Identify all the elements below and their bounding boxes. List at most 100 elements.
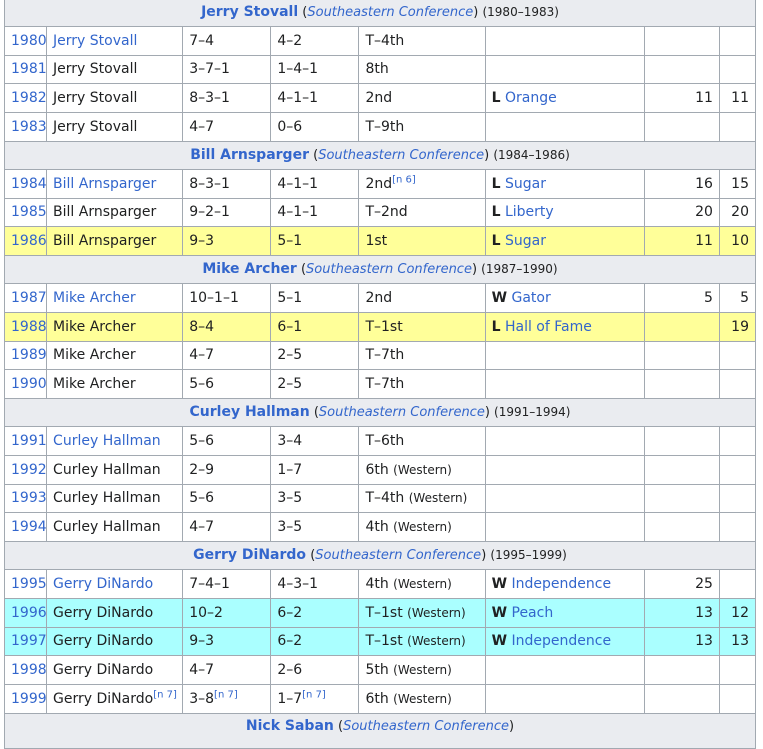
overall-record: 7–4–1: [182, 568, 272, 599]
year-cell: 1991: [3, 425, 48, 456]
era-coach-link[interactable]: Gerry DiNardo: [193, 547, 306, 563]
season-year-link[interactable]: 1994: [11, 519, 46, 535]
coach-link[interactable]: Gerry DiNardo: [53, 576, 153, 592]
coach-cell: Mike Archer: [46, 340, 184, 371]
bowl-game-link[interactable]: Orange: [505, 90, 557, 106]
era-coach-link[interactable]: Mike Archer: [202, 261, 296, 277]
overall-value: 8–3–1: [189, 175, 230, 192]
era-conference-link[interactable]: Southeastern Conference: [319, 405, 485, 420]
conference-value: 3–4: [277, 432, 303, 449]
season-year-link[interactable]: 1991: [11, 433, 46, 449]
coaches-poll-rank: [643, 684, 720, 714]
era-conference-link[interactable]: Southeastern Conference: [315, 548, 481, 563]
footnote-link[interactable]: [n 7]: [302, 689, 326, 700]
season-year-link[interactable]: 1985: [11, 204, 46, 220]
coach-link[interactable]: Jerry Stovall: [53, 33, 137, 49]
season-row: 1999 Gerry DiNardo[n 7] 3–8[n 7] 1–7[n 7] 6t…: [3, 684, 757, 714]
coach-name: Gerry DiNardo: [53, 604, 154, 621]
year-cell: 1983: [3, 112, 48, 142]
season-year-link[interactable]: 1984: [11, 176, 46, 192]
era-conference-link[interactable]: Southeastern Conference: [318, 148, 484, 163]
bowl-cell: [484, 512, 645, 543]
standing-value: 2nd: [365, 289, 393, 306]
bowl-game-link[interactable]: Hall of Fame: [505, 319, 592, 335]
season-row: 1988 Mike Archer 8–4 6–1 T–1st L Hall of Fame…: [3, 311, 757, 342]
era-header-cell: Gerry DiNardo (Southeastern Conference) …: [4, 541, 756, 570]
footnote-link[interactable]: [n 7]: [153, 689, 177, 700]
era-coach-link[interactable]: Bill Arnsparger: [190, 147, 309, 163]
footnote-link[interactable]: [n 6]: [392, 174, 416, 185]
division-label: (Western): [393, 663, 452, 678]
season-year-link[interactable]: 1995: [11, 576, 46, 592]
standing-cell: 5th (Western): [358, 655, 486, 686]
bowl-game-link[interactable]: Sugar: [505, 176, 546, 192]
season-year-link[interactable]: 1983: [11, 119, 46, 135]
overall-value: 9–3: [189, 233, 215, 250]
season-row: 1997 Gerry DiNardo 9–3 6–2 T–1st (Western) W …: [3, 626, 757, 657]
ap-poll-rank: 5: [718, 282, 757, 313]
overall-record: 9–3: [182, 226, 272, 257]
season-year-link[interactable]: 1998: [11, 662, 46, 678]
overall-record: 10–2: [182, 597, 272, 628]
coach-cell: Mike Archer: [46, 311, 184, 342]
standing-cell: 8th: [358, 54, 486, 85]
bowl-game-link[interactable]: Independence: [512, 633, 612, 649]
season-year-link[interactable]: 1997: [11, 633, 46, 649]
season-year-link[interactable]: 1993: [11, 490, 46, 506]
bowl-game-link[interactable]: Gator: [512, 290, 551, 306]
conference-value: 4–1–1: [277, 204, 319, 221]
era-years: (1980–1983): [482, 4, 559, 19]
coaches-poll-rank: [643, 454, 720, 485]
footnote-link[interactable]: [n 7]: [214, 689, 238, 700]
season-year-link[interactable]: 1999: [11, 691, 46, 707]
season-year-link[interactable]: 1980: [11, 33, 46, 49]
era-coach-link[interactable]: Curley Hallman: [190, 404, 310, 420]
coach-link[interactable]: Mike Archer: [53, 290, 136, 306]
ap-poll-rank: 12: [718, 597, 757, 628]
era-conference-link[interactable]: Southeastern Conference: [343, 719, 509, 734]
conference-value: 6–1: [277, 318, 303, 335]
season-year-link[interactable]: 1987: [11, 290, 46, 306]
standing-value: 8th: [365, 61, 389, 78]
bowl-game-link[interactable]: Sugar: [505, 233, 546, 249]
season-row: 1985 Bill Arnsparger 9–2–1 4–1–1 T–2nd L Libe…: [3, 197, 757, 228]
standing-value: 2nd: [365, 90, 393, 107]
season-year-link[interactable]: 1989: [11, 347, 46, 363]
ap-poll-rank: 15: [718, 168, 757, 199]
coaches-poll-rank: [643, 112, 720, 142]
conference-value: 1–7: [277, 461, 303, 478]
year-cell: 1986: [3, 226, 48, 257]
standing-value: T–7th: [365, 347, 405, 364]
era-coach-link[interactable]: Jerry Stovall: [201, 4, 298, 20]
season-year-link[interactable]: 1996: [11, 605, 46, 621]
coach-name: Jerry Stovall: [53, 61, 138, 78]
season-year-link[interactable]: 1988: [11, 319, 46, 335]
overall-record: 4–7: [182, 655, 272, 686]
season-year-link[interactable]: 1982: [11, 90, 46, 106]
bowl-game-link[interactable]: Liberty: [505, 204, 554, 220]
standing-cell: T–9th: [358, 112, 486, 142]
season-year-link[interactable]: 1981: [11, 61, 46, 77]
season-year-link[interactable]: 1986: [11, 233, 46, 249]
year-cell: 1995: [3, 568, 48, 599]
bowl-game-link[interactable]: Peach: [512, 605, 554, 621]
bowl-cell: L Hall of Fame: [484, 311, 645, 342]
coach-link[interactable]: Bill Arnsparger: [53, 176, 156, 192]
coach-link[interactable]: Curley Hallman: [53, 433, 161, 449]
era-conference-link[interactable]: Southeastern Conference: [306, 262, 472, 277]
bowl-game-link[interactable]: Independence: [512, 576, 612, 592]
overall-value: 10–2: [189, 604, 223, 621]
overall-record: 2–9: [182, 454, 272, 485]
standing-value: T–9th: [365, 119, 405, 136]
coaches-poll-rank: 5: [643, 282, 720, 313]
coaches-poll-rank: [643, 425, 720, 456]
ap-poll-rank: [718, 483, 757, 514]
season-year-link[interactable]: 1990: [11, 376, 46, 392]
season-year-link[interactable]: 1992: [11, 462, 46, 478]
coach-era-header: Mike Archer (Southeastern Conference) (1…: [4, 255, 756, 284]
overall-value: 3–8: [189, 691, 215, 708]
era-coach-link[interactable]: Nick Saban: [246, 718, 334, 734]
conference-value: 0–6: [277, 119, 303, 136]
era-conference-link[interactable]: Southeastern Conference: [307, 5, 473, 20]
standing-value: T–4th: [365, 32, 405, 49]
